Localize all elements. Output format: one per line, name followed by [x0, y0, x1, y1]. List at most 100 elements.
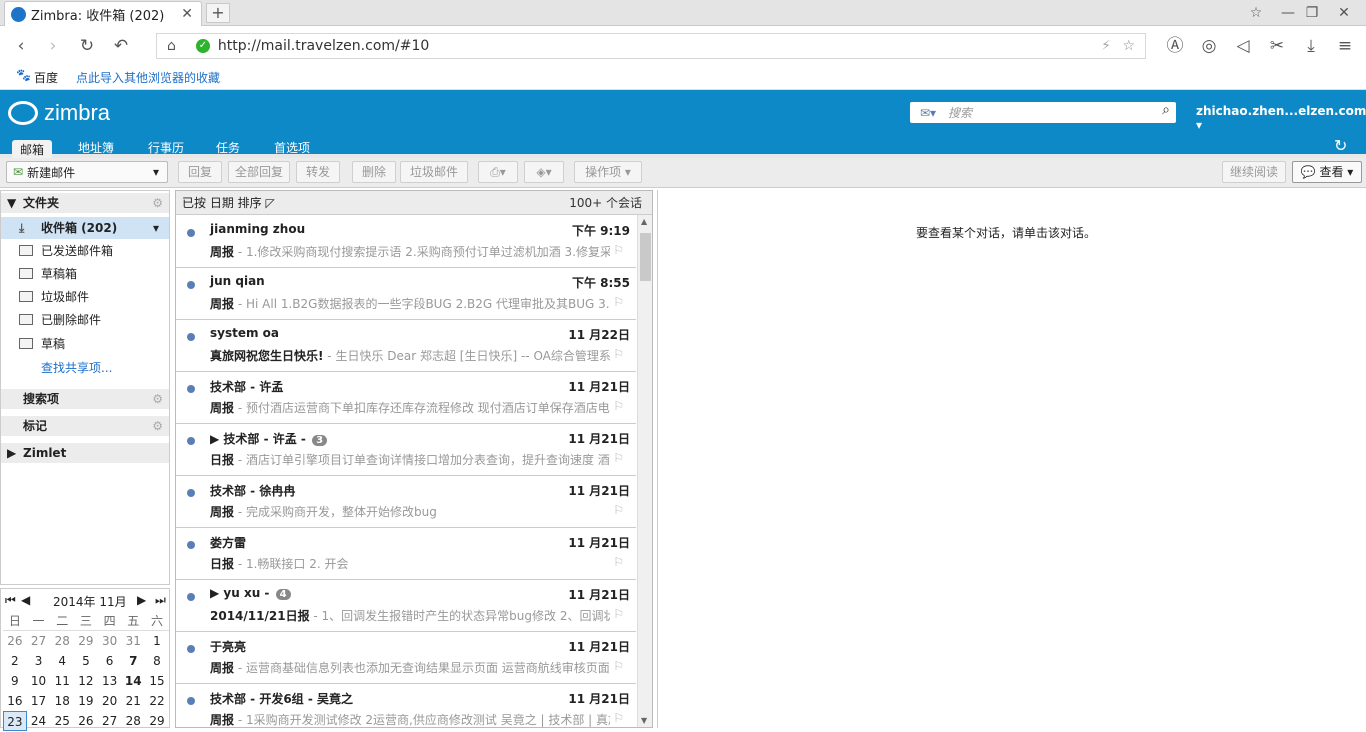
flag-icon[interactable]: ⚐ — [613, 451, 624, 465]
unread-dot-icon[interactable] — [187, 385, 195, 393]
calendar-day[interactable]: 11 — [50, 671, 74, 691]
reader-icon[interactable]: Ⓐ — [1164, 35, 1186, 57]
close-window-icon[interactable]: ✕ — [1334, 3, 1354, 23]
print-dropdown-icon[interactable]: ⎙▾ — [478, 161, 518, 183]
calendar-day[interactable]: 20 — [98, 691, 122, 711]
user-name[interactable]: zhichao.zhen...elzen.com — [1196, 104, 1366, 118]
unread-dot-icon[interactable] — [187, 229, 195, 237]
unread-dot-icon[interactable] — [187, 645, 195, 653]
collapse-icon[interactable]: ▼ — [7, 193, 16, 213]
calendar-day[interactable]: 14 — [121, 671, 145, 691]
search-box[interactable]: ✉▾ 搜索 ⌕ — [910, 102, 1176, 123]
calendar-day[interactable]: 28 — [121, 711, 145, 731]
folders-header[interactable]: ▼ 文件夹 ⚙ — [1, 193, 169, 213]
calendar-day[interactable]: 26 — [3, 631, 27, 651]
unread-dot-icon[interactable] — [187, 489, 195, 497]
scroll-down-icon[interactable]: ▼ — [641, 716, 647, 725]
unread-dot-icon[interactable] — [187, 333, 195, 341]
flag-icon[interactable]: ⚐ — [613, 347, 624, 361]
compass-icon[interactable]: ◎ — [1198, 35, 1220, 57]
flag-icon[interactable]: ⚐ — [613, 399, 624, 413]
message-row[interactable]: 娄方雷 11 月21日 日报 - 1.畅联接口 2. 开会 ⚐ — [176, 528, 636, 580]
calendar-day[interactable]: 7 — [121, 651, 145, 671]
tab-calendar[interactable]: 行事历 — [140, 138, 192, 158]
calendar-month-label[interactable]: 2014年 11月 — [53, 593, 127, 610]
restore-icon[interactable]: ❐ — [1302, 3, 1322, 23]
tab-preferences[interactable]: 首选项 — [266, 138, 318, 158]
delete-button[interactable]: 删除 — [352, 161, 396, 183]
folder-sent[interactable]: 已发送邮件箱 — [1, 240, 169, 262]
flag-icon[interactable]: ⚐ — [613, 243, 624, 257]
message-row[interactable]: ▶ yu xu - 4 11 月21日 2014/11/21日报 - 1、回调发生报… — [176, 580, 636, 632]
calendar-day[interactable]: 21 — [121, 691, 145, 711]
calendar-day[interactable]: 2 — [3, 651, 27, 671]
folder-spam[interactable]: 垃圾邮件 — [1, 286, 169, 308]
calendar-day[interactable]: 1 — [145, 631, 169, 651]
unread-dot-icon[interactable] — [187, 541, 195, 549]
flag-icon[interactable]: ⚐ — [613, 659, 624, 673]
calendar-day[interactable]: 9 — [3, 671, 27, 691]
find-shares-link[interactable]: 查找共享项... — [1, 357, 169, 379]
message-row[interactable]: 技术部 - 许孟 11 月21日 周报 - 预付酒店运营商下单扣库存还库存流程修改 … — [176, 372, 636, 424]
flag-icon[interactable]: ⚐ — [613, 607, 624, 621]
message-row[interactable]: 技术部 - 开发6组 - 吴竟之 11 月21日 周报 - 1采购商开发测试修改 2… — [176, 684, 636, 727]
calendar-day[interactable]: 16 — [3, 691, 27, 711]
unread-dot-icon[interactable] — [187, 281, 195, 289]
flag-icon[interactable]: ⚐ — [613, 711, 624, 725]
calendar-day[interactable]: 13 — [98, 671, 122, 691]
bookmark-baidu[interactable]: 百度 — [34, 69, 58, 86]
scissors-icon[interactable]: ✂ — [1266, 35, 1288, 57]
spam-button[interactable]: 垃圾邮件 — [400, 161, 468, 183]
calendar-day[interactable]: 12 — [74, 671, 98, 691]
new-mail-dropdown-icon[interactable]: ▾ — [153, 165, 159, 179]
back-icon[interactable]: ‹ — [10, 35, 32, 57]
unread-dot-icon[interactable] — [187, 697, 195, 705]
calendar-day[interactable]: 8 — [145, 651, 169, 671]
new-mail-button[interactable]: ✉ 新建邮件 ▾ — [6, 161, 168, 183]
calendar-day[interactable]: 17 — [27, 691, 51, 711]
zimlet-header[interactable]: ▶ Zimlet — [1, 443, 169, 463]
expand-icon[interactable]: ▶ — [7, 443, 16, 463]
new-tab-button[interactable]: + — [206, 3, 230, 23]
message-row[interactable]: jianming zhou 下午 9:19 周报 - 1.修改采购商现付搜索提示语 … — [176, 216, 636, 268]
reply-button[interactable]: 回复 — [178, 161, 222, 183]
searches-header[interactable]: 搜索项 ⚙ — [1, 389, 169, 409]
calendar-day[interactable]: 22 — [145, 691, 169, 711]
download-icon[interactable]: ⤓ — [1300, 35, 1322, 57]
flag-icon[interactable]: ⚐ — [613, 295, 624, 309]
calendar-day[interactable]: 19 — [74, 691, 98, 711]
next-year-icon[interactable]: ⏭ — [155, 593, 166, 608]
address-bar[interactable]: ⌂ ✓ http://mail.travelzen.com/#10 ⚡ ☆ — [156, 33, 1146, 59]
gear-icon[interactable]: ⚙ — [152, 389, 163, 409]
flag-icon[interactable]: ⚐ — [613, 555, 624, 569]
calendar-day[interactable]: 28 — [50, 631, 74, 651]
folder-inbox[interactable]: ⤓ 收件箱 (202) ▾ — [1, 217, 169, 239]
calendar-day[interactable]: 27 — [98, 711, 122, 731]
list-scrollbar[interactable]: ▲ ▼ — [637, 215, 652, 727]
message-row[interactable]: jun qian 下午 8:55 周报 - Hi All 1.B2G数据报表的一些字… — [176, 268, 636, 320]
unread-dot-icon[interactable] — [187, 437, 195, 445]
continue-read-button[interactable]: 继续阅读 — [1222, 161, 1286, 183]
scroll-thumb[interactable] — [640, 233, 651, 281]
undo-close-icon[interactable]: ↶ — [110, 35, 132, 57]
flash-icon[interactable]: ⚡ — [1101, 38, 1111, 54]
gear-icon[interactable]: ⚙ — [152, 193, 163, 213]
calendar-day[interactable]: 4 — [50, 651, 74, 671]
tab-contacts[interactable]: 地址簿 — [70, 138, 122, 158]
bookmark-star-icon[interactable]: ☆ — [1122, 38, 1135, 54]
mail-search-type-icon[interactable]: ✉▾ — [920, 106, 948, 120]
tags-header[interactable]: 标记 ⚙ — [1, 416, 169, 436]
calendar-day[interactable]: 30 — [98, 631, 122, 651]
calendar-day[interactable]: 6 — [98, 651, 122, 671]
folder-trash[interactable]: 已删除邮件 — [1, 309, 169, 331]
tab-tasks[interactable]: 任务 — [208, 138, 248, 158]
forward-button[interactable]: 转发 — [296, 161, 340, 183]
actions-button[interactable]: 操作项 ▾ — [574, 161, 642, 183]
calendar-day[interactable]: 5 — [74, 651, 98, 671]
speaker-icon[interactable]: ◁ — [1232, 35, 1254, 57]
unread-dot-icon[interactable] — [187, 593, 195, 601]
folder-menu-icon[interactable]: ▾ — [153, 217, 159, 239]
favorite-icon[interactable]: ☆ — [1246, 3, 1266, 23]
sort-label[interactable]: 已按 日期 排序 — [182, 196, 262, 210]
message-row[interactable]: system oa 11 月22日 真旅网祝您生日快乐! - 生日快乐 Dear 郑… — [176, 320, 636, 372]
